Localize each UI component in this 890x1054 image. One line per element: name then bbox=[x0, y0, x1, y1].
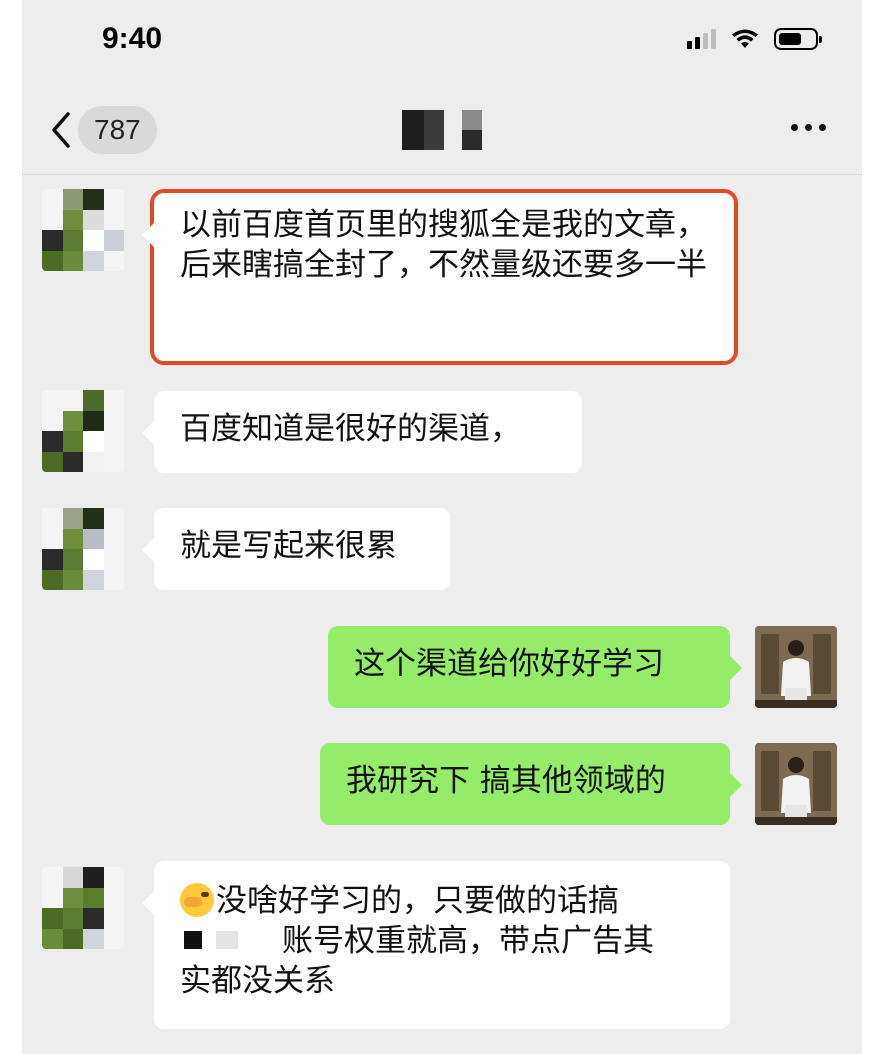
redacted-block bbox=[184, 931, 202, 949]
message-text: 没啥好学习的，只要做的话搞 bbox=[216, 883, 619, 919]
message-bubble-outgoing[interactable]: 这个渠道给你好好学习 bbox=[328, 626, 742, 708]
message-text: 这个渠道给你好好学习 bbox=[354, 646, 664, 682]
contact-avatar[interactable] bbox=[42, 867, 124, 949]
cellular-signal-icon bbox=[687, 29, 716, 49]
message-bubble-incoming[interactable]: 就是写起来很累 bbox=[142, 508, 450, 590]
facepalm-emoji-icon bbox=[180, 883, 214, 917]
message-text: 百度知道是很好的渠道， bbox=[180, 411, 521, 447]
more-options-button[interactable] bbox=[791, 124, 826, 131]
message-bubble-incoming[interactable]: 百度知道是很好的渠道， bbox=[142, 391, 582, 473]
user-photo bbox=[755, 743, 837, 825]
user-avatar[interactable] bbox=[755, 743, 837, 825]
chat-screen: 9:40 787 以前百度首页里的搜狐全是我的文章，后来瞎搞全封了，不然量级还要… bbox=[22, 0, 862, 1054]
message-text: 账号权重就高，带点广告其 bbox=[282, 923, 654, 959]
battery-icon bbox=[774, 28, 822, 50]
message-text: 我研究下 搞其他领域的 bbox=[346, 763, 666, 799]
back-button[interactable]: 787 bbox=[50, 106, 157, 154]
status-bar: 9:40 bbox=[22, 0, 862, 84]
contact-avatar[interactable] bbox=[42, 189, 124, 271]
contact-avatar[interactable] bbox=[42, 390, 124, 472]
message-line: 账号权重就高，带点广告其 bbox=[180, 921, 704, 961]
message-bubble-incoming[interactable]: 以前百度首页里的搜狐全是我的文章，后来瞎搞全封了，不然量级还要多一半 bbox=[142, 189, 738, 365]
user-avatar[interactable] bbox=[755, 626, 837, 708]
unread-count-badge: 787 bbox=[78, 106, 157, 154]
redacted-block bbox=[216, 931, 238, 949]
message-bubble-incoming[interactable]: 没啥好学习的，只要做的话搞 账号权重就高，带点广告其 实都没关系 bbox=[142, 861, 730, 1029]
user-photo bbox=[755, 626, 837, 708]
message-line: 没啥好学习的，只要做的话搞 bbox=[180, 881, 704, 921]
chat-header: 787 bbox=[22, 84, 862, 175]
message-text: 实都没关系 bbox=[180, 963, 335, 999]
contact-avatar[interactable] bbox=[42, 508, 124, 590]
message-bubble-outgoing[interactable]: 我研究下 搞其他领域的 bbox=[320, 743, 742, 825]
chevron-left-icon bbox=[52, 112, 70, 148]
message-list[interactable]: 以前百度首页里的搜狐全是我的文章，后来瞎搞全封了，不然量级还要多一半 百度知道是… bbox=[22, 175, 862, 1054]
status-icons bbox=[687, 28, 822, 50]
contact-name-redacted bbox=[402, 108, 484, 152]
message-line: 实都没关系 bbox=[180, 961, 704, 1001]
wifi-icon bbox=[732, 29, 758, 48]
message-text: 就是写起来很累 bbox=[180, 528, 397, 564]
status-time: 9:40 bbox=[102, 22, 163, 55]
message-text: 以前百度首页里的搜狐全是我的文章，后来瞎搞全封了，不然量级还要多一半 bbox=[180, 207, 707, 283]
